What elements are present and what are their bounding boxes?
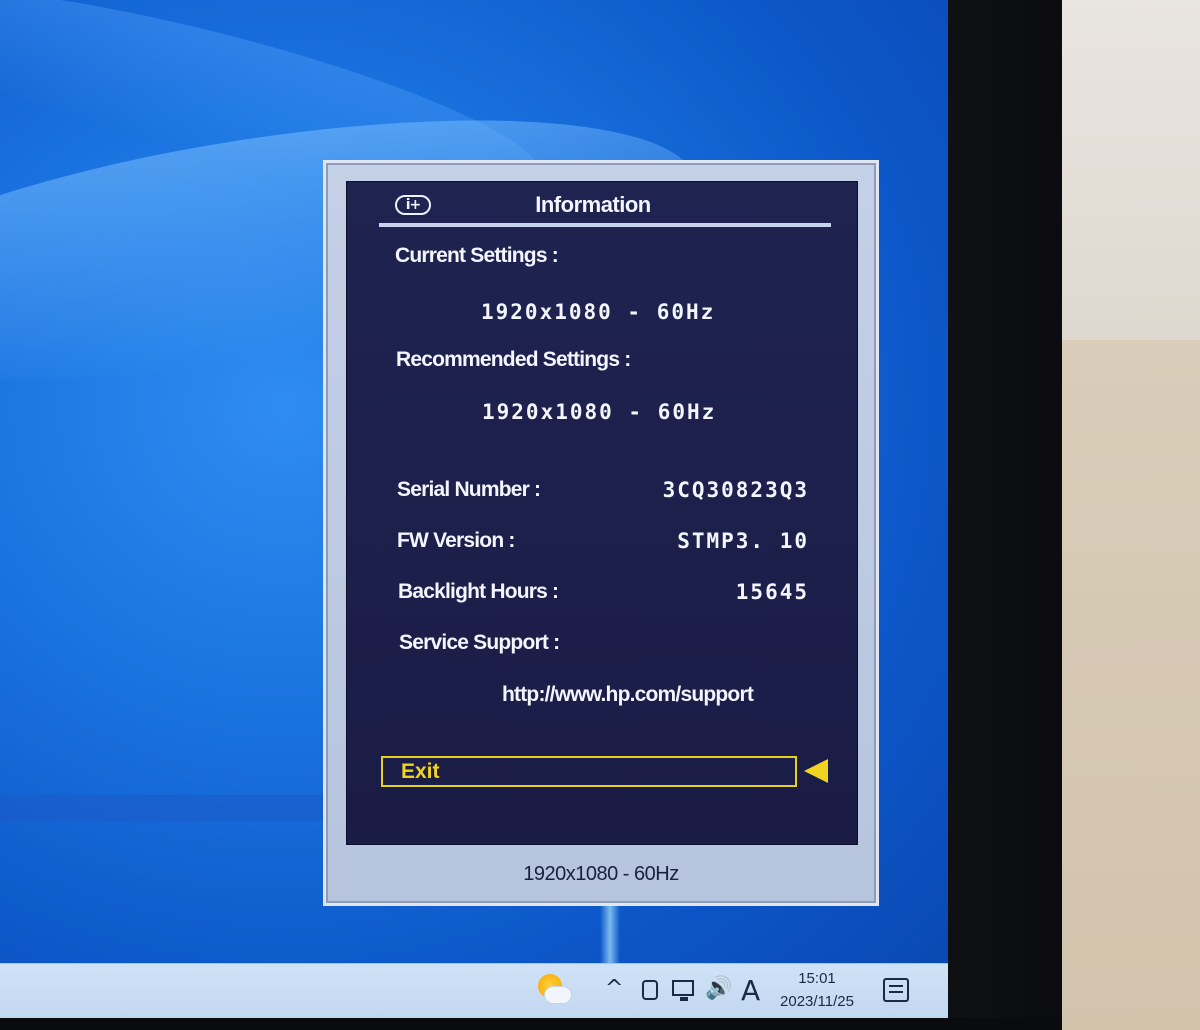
notification-lines <box>889 985 903 993</box>
recommended-settings-value: 1920x1080 - 60Hz <box>482 400 717 424</box>
osd-menu: i+ Information Current Settings : 1920x1… <box>323 160 879 906</box>
cloud-icon <box>544 986 572 1004</box>
volume-icon[interactable]: 🔊 <box>705 976 732 1001</box>
backlight-hours-label: Backlight Hours : <box>398 580 559 603</box>
service-support-label: Service Support : <box>399 631 560 654</box>
monitor-bezel-bottom <box>0 1018 1062 1030</box>
ime-indicator[interactable]: A <box>741 974 760 1007</box>
shelf-background <box>1040 340 1200 1030</box>
serial-number-label: Serial Number : <box>397 478 541 501</box>
clock-time[interactable]: 15:01 <box>790 970 844 987</box>
osd-footer-resolution: 1920x1080 - 60Hz <box>523 863 679 885</box>
current-settings-value: 1920x1080 - 60Hz <box>481 300 716 324</box>
service-support-url: http://www.hp.com/support <box>502 683 754 706</box>
serial-number-value: 3CQ30823Q3 <box>662 478 809 502</box>
backlight-hours-value: 15645 <box>735 580 809 604</box>
recommended-settings-label: Recommended Settings : <box>396 348 631 371</box>
notification-icon[interactable] <box>883 978 909 1002</box>
current-settings-label: Current Settings : <box>395 244 559 267</box>
network-icon[interactable] <box>672 980 694 996</box>
desktop-screen: i+ Information Current Settings : 1920x1… <box>0 0 948 1018</box>
fw-version-label: FW Version : <box>397 529 515 552</box>
chevron-up-icon[interactable]: ^ <box>605 976 623 1001</box>
wallpaper-band <box>0 795 340 821</box>
osd-information-panel: i+ Information Current Settings : 1920x1… <box>346 181 858 845</box>
fw-version-value: STMP3. 10 <box>677 529 809 553</box>
network-icon-stand <box>680 997 688 1001</box>
meet-now-icon[interactable] <box>642 980 658 1000</box>
exit-menu-item[interactable]: Exit <box>381 756 797 787</box>
selection-arrow-icon <box>804 759 828 783</box>
taskbar: ^ 🔊 A 15:01 2023/11/25 <box>0 963 948 1018</box>
clock-date[interactable]: 2023/11/25 <box>772 993 862 1010</box>
osd-title-divider <box>379 223 831 227</box>
weather-widget-icon[interactable] <box>536 974 572 1006</box>
osd-title: Information <box>535 192 651 217</box>
exit-label: Exit <box>401 760 440 783</box>
